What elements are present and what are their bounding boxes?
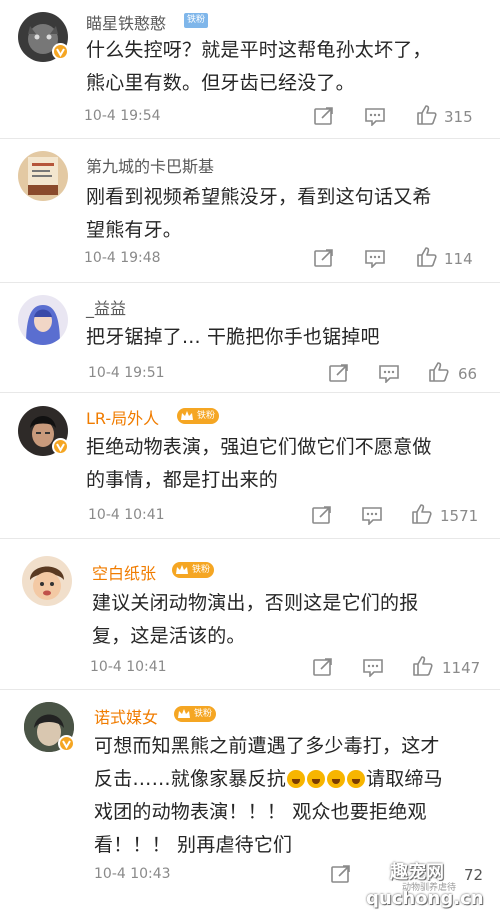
comment-icon[interactable] — [362, 657, 384, 677]
comment-icon[interactable] — [378, 363, 400, 383]
comment-text: 什么失控呀？就是平时这帮龟孙太坏了， 熊心里有数。但牙齿已经没了。 — [86, 39, 432, 94]
comment-text: 拒绝动物表演，强迫它们做它们不愿意做 的事情，都是打出来的 — [86, 436, 432, 491]
verified-badge-icon — [52, 43, 69, 60]
like-count: 114 — [444, 250, 473, 268]
repost-icon[interactable] — [313, 106, 335, 126]
repost-icon[interactable] — [328, 363, 350, 383]
like-icon[interactable] — [416, 246, 438, 268]
like-icon[interactable] — [416, 104, 438, 126]
comment-item: 瞄星铁憨憨 铁粉 什么失控呀？就是平时这帮龟孙太坏了， 熊心里有数。但牙齿已经没… — [0, 0, 500, 138]
verified-badge-icon — [52, 438, 69, 455]
comment-icon[interactable] — [364, 248, 386, 268]
watermark-url: quchong.cn — [366, 888, 484, 909]
repost-icon[interactable] — [311, 505, 333, 525]
username[interactable]: 瞄星铁憨憨 — [86, 10, 166, 34]
comment-item: LR-局外人 铁粉 拒绝动物表演，强迫它们做它们不愿意做 的事情，都是打出来的 … — [0, 393, 500, 538]
emoji-icon — [287, 770, 306, 788]
timestamp: 10-4 10:43 — [94, 866, 171, 882]
emoji-icon — [347, 770, 366, 788]
like-icon[interactable] — [428, 361, 450, 383]
username[interactable]: 第九城的卡巴斯基 — [86, 153, 214, 177]
comment-text: 可想而知黑熊之前遭遇了多少毒打，这才 反击……就像家暴反抗 请取缔马 戏团的动物表… — [94, 735, 443, 856]
repost-icon[interactable] — [313, 248, 335, 268]
username[interactable]: 诺式媒女 — [94, 704, 158, 728]
username[interactable]: 空白纸张 — [92, 560, 156, 584]
repost-icon[interactable] — [312, 657, 334, 677]
crown-icon — [176, 565, 188, 574]
comment-item: 第九城的卡巴斯基 刚看到视频希望熊没牙，看到这句话又希 望熊有牙。 10-4 1… — [0, 139, 500, 282]
comment-item: _益益 把牙锯掉了... 干脆把你手也锯掉吧 10-4 19:51 66 — [0, 283, 500, 392]
timestamp: 10-4 19:48 — [84, 250, 161, 266]
timestamp: 10-4 10:41 — [90, 659, 167, 675]
avatar[interactable] — [18, 295, 68, 345]
like-icon[interactable] — [412, 655, 434, 677]
avatar[interactable] — [18, 151, 68, 201]
site-watermark: 趣宠网 动物驯养虐待 quchong.cn — [362, 858, 500, 912]
like-count: 315 — [444, 108, 473, 126]
like-icon[interactable] — [411, 503, 433, 525]
emoji-icon — [327, 770, 346, 788]
repost-icon[interactable] — [330, 864, 352, 884]
avatar[interactable] — [22, 556, 72, 606]
crown-icon — [181, 411, 193, 420]
emoji-icon — [307, 770, 326, 788]
like-count: 1147 — [442, 659, 481, 677]
comment-text: 建议关闭动物演出，否则这是它们的报 复，这是活该的。 — [92, 592, 419, 647]
comment-icon[interactable] — [364, 106, 386, 126]
timestamp: 10-4 10:41 — [88, 507, 165, 523]
comment-text: 把牙锯掉了... 干脆把你手也锯掉吧 — [86, 326, 380, 348]
comment-item: 空白纸张 铁粉 建议关闭动物演出，否则这是它们的报 复，这是活该的。 10-4 … — [0, 539, 500, 689]
crown-icon — [178, 709, 190, 718]
vip-fan-badge: 铁粉 — [177, 408, 219, 424]
comment-icon[interactable] — [361, 505, 383, 525]
like-count: 66 — [458, 365, 478, 383]
comment-text: 刚看到视频希望熊没牙，看到这句话又希 望熊有牙。 — [86, 186, 432, 241]
username[interactable]: _益益 — [86, 295, 126, 319]
verified-badge-icon — [58, 735, 75, 752]
fan-badge: 铁粉 — [184, 13, 209, 28]
vip-fan-badge: 铁粉 — [174, 706, 216, 722]
like-count: 1571 — [440, 507, 479, 525]
timestamp: 10-4 19:51 — [88, 365, 165, 381]
username[interactable]: LR-局外人 — [86, 405, 159, 429]
timestamp: 10-4 19:54 — [84, 108, 161, 124]
vip-fan-badge: 铁粉 — [172, 562, 214, 578]
